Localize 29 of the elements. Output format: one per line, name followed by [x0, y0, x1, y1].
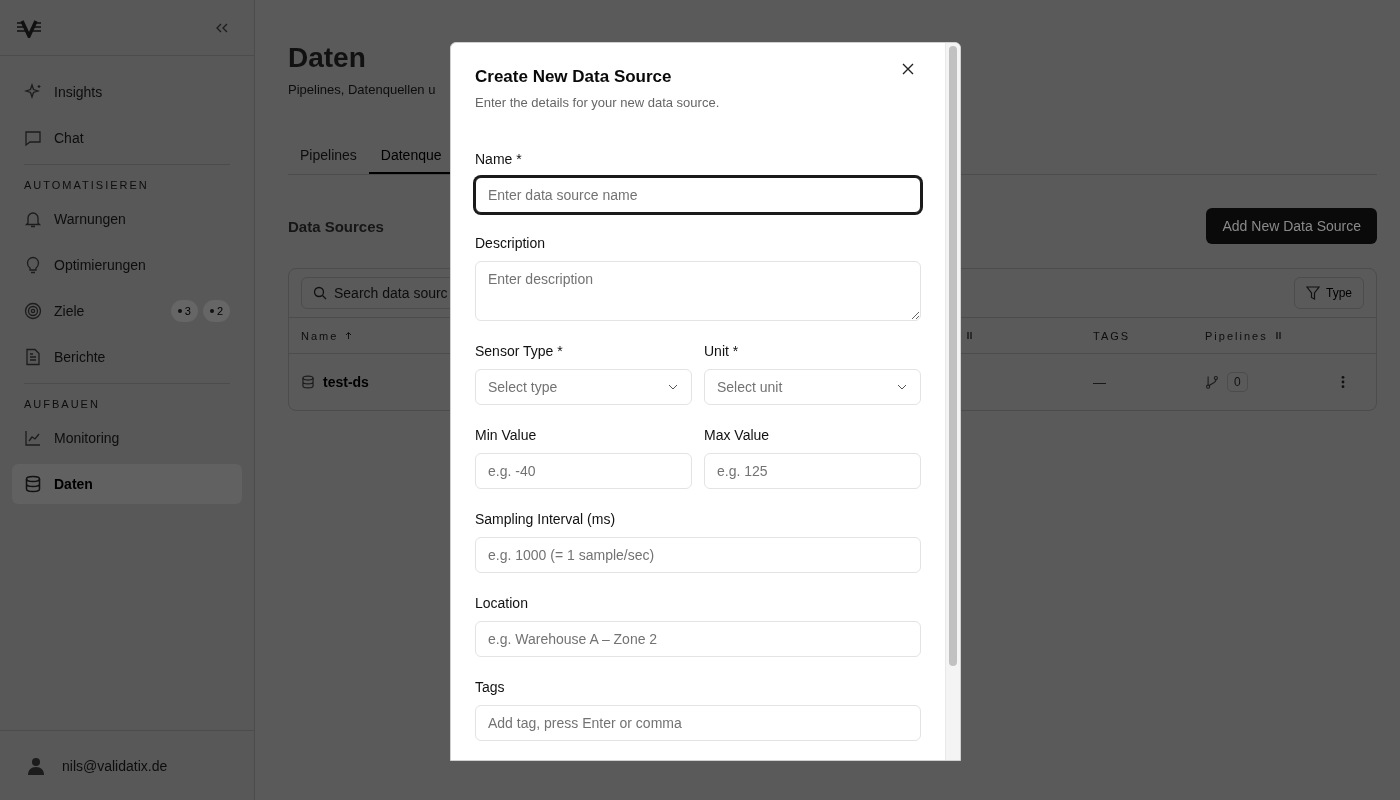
count-badge: 3 — [170, 300, 198, 322]
count-badge: 2 — [202, 300, 230, 322]
field-label: Max Value — [704, 426, 771, 445]
field-label: Sampling Interval (ms) — [475, 510, 617, 529]
field-label: Location — [475, 594, 529, 613]
section-heading: AUTOMATISIEREN — [23, 179, 150, 191]
page-subtitle: Pipelines, Datenquellen u — [288, 82, 437, 97]
field-label: Name * — [475, 150, 523, 169]
field-label: Min Value — [475, 426, 538, 445]
section-title: Data Sources — [288, 217, 384, 235]
sidebar-item-label: Berichte — [54, 349, 107, 365]
sidebar-item-label: Chat — [54, 130, 85, 146]
page-title: Daten — [288, 41, 366, 75]
sidebar-item-label: Ziele — [54, 303, 86, 319]
sidebar-item-label: Monitoring — [54, 430, 121, 446]
sidebar-item-label: Optimierungen — [54, 257, 147, 273]
field-label: Unit * — [704, 342, 740, 361]
sidebar-item-label: Daten — [54, 476, 94, 492]
field-label: Description — [475, 234, 547, 253]
dialog-title: Create New Data Source — [475, 66, 672, 88]
table-cell: test-ds — [323, 374, 369, 390]
count-badge: 0 — [1227, 372, 1248, 392]
field-label: Tags — [475, 678, 506, 697]
section-heading: AUFBAUEN — [23, 398, 101, 410]
table-cell: — — [1093, 374, 1106, 390]
field-label: Sensor Type * — [475, 342, 564, 361]
dialog-description: Enter the details for your new data source. — [475, 94, 721, 112]
sidebar-item-label: Warnungen — [54, 211, 127, 227]
sidebar-item-label: Insights — [54, 84, 104, 100]
